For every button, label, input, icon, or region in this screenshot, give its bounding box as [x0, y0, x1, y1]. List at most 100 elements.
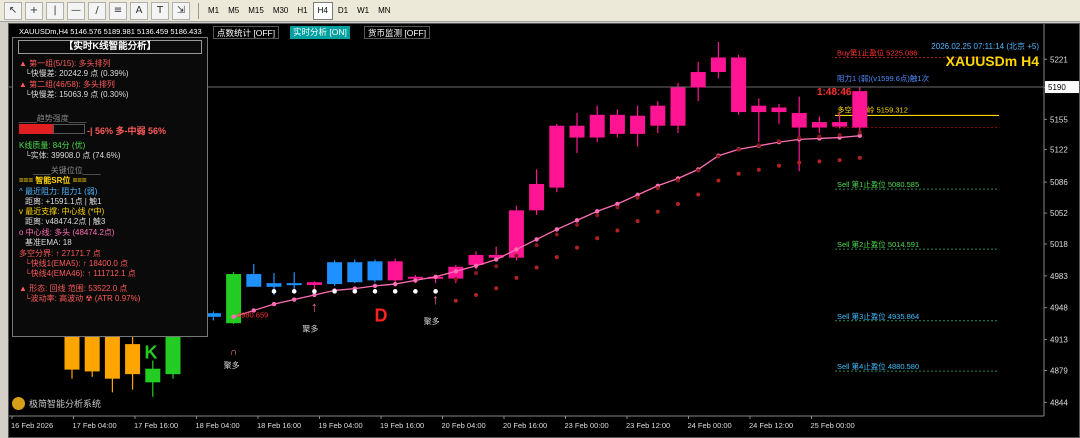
time-tick-label: 24 Feb 00:00 [688, 421, 732, 430]
resistance-label: 阻力1 (弱)(v1599.6点)触1次 [837, 73, 930, 83]
support-dot [817, 134, 822, 139]
signal-dot [271, 289, 277, 294]
timeframe-m1[interactable]: M1 [204, 2, 223, 20]
support-dot [777, 139, 781, 144]
ema-dot [292, 297, 297, 302]
price-tick-label: 5018 [1050, 240, 1068, 249]
support-dot [595, 236, 600, 241]
chart-window[interactable]: 5221 5190 5155 5122 5086 5052 5018 4983 4948 4913… [8, 23, 1080, 438]
support-dot [736, 147, 741, 152]
buy-stop-label: Buy第1止盈位 5225.086 [837, 48, 917, 58]
timeframe-m15[interactable]: M15 [244, 2, 268, 20]
support-dot [534, 265, 539, 270]
support-dot [474, 292, 478, 297]
support-dot [756, 167, 761, 172]
divider-label: 多空分水岭 5159.312 [837, 104, 908, 114]
price-tick-label: 5086 [1050, 178, 1068, 187]
time-tick-label: 20 Feb 16:00 [503, 421, 547, 430]
candle-body [751, 105, 767, 113]
candle-body [286, 283, 302, 286]
cursor-icon[interactable]: ↖ [4, 1, 22, 20]
price-tick-label: 4879 [1050, 367, 1068, 376]
support-dot [534, 243, 539, 248]
support-dot [777, 163, 781, 168]
crosshair-icon[interactable]: + [25, 1, 43, 20]
currency-monitor-button[interactable]: 货币监测 [OFF] [364, 26, 431, 39]
ema-dot [554, 227, 559, 232]
support-dot [797, 160, 802, 165]
candle-body [549, 125, 565, 188]
support-distance: 距离: v48474.2点 | 触3 [25, 217, 106, 226]
ema-dot [453, 269, 458, 274]
candle-body [852, 91, 868, 128]
support-dot [857, 155, 862, 160]
candle-body [84, 332, 100, 372]
ema-dot [393, 281, 398, 287]
label-icon[interactable]: T [151, 1, 169, 20]
time-tick-label: 18 Feb 16:00 [257, 421, 301, 430]
buy-arrow-icon: ↑ [311, 298, 318, 314]
time-tick-label: 24 Feb 12:00 [749, 421, 793, 430]
time-tick-label: 19 Feb 16:00 [380, 421, 424, 430]
candle-body [266, 283, 282, 287]
gather-label: 聚多 [424, 316, 440, 326]
trendline-icon[interactable]: / [88, 1, 106, 20]
ema-dot [231, 314, 236, 320]
group1-diff: └快慢差: 20242.9 点 (0.39%) [25, 69, 129, 78]
candle-body [347, 262, 363, 283]
candle-body [690, 72, 706, 88]
timeframe-h4[interactable]: H4 [312, 1, 333, 20]
horizontal-line-icon[interactable]: — [67, 1, 85, 20]
support-dot [453, 277, 458, 282]
channel-icon[interactable]: ≡ [109, 1, 127, 20]
trend-strength-value: -| 56% 多-中弱 56% [87, 126, 167, 136]
time-tick-label: 20 Feb 04:00 [442, 421, 486, 430]
vertical-line-icon[interactable]: | [46, 1, 64, 20]
candle-body: └实体: 39908.0 点 (74.6%) [25, 151, 121, 160]
timeframe-m30[interactable]: M30 [269, 2, 293, 20]
trend-strength-track [53, 124, 85, 134]
trend-strength-bar [19, 124, 53, 134]
points-stats-button[interactable]: 点数统计 [OFF] [213, 26, 280, 39]
candle-body [791, 112, 807, 128]
price-tick-label: 5122 [1050, 145, 1068, 154]
candle-body [529, 183, 545, 211]
ema-dot [514, 247, 519, 252]
volatility: └波动率: 高波动 ☢ (ATR 0.97%) [25, 294, 141, 303]
support-dot [756, 143, 761, 148]
yin-yang-icon [12, 397, 25, 410]
ema-dot [574, 218, 580, 223]
chart-title: XAUUSDm H4 [946, 53, 1040, 69]
timeframe-w1[interactable]: W1 [353, 2, 373, 20]
signal-dot [352, 289, 358, 294]
support-dot [494, 264, 499, 269]
price-tick-label: 5221 [1050, 55, 1068, 64]
ema-dot [433, 274, 438, 279]
signal-dot [332, 289, 337, 294]
support-dot [554, 255, 559, 260]
support-dot [716, 178, 721, 183]
support-dot [514, 253, 519, 258]
candle-body [125, 344, 141, 375]
support-dot [676, 201, 680, 206]
time-tick-label: 16 Feb 2026 [11, 421, 53, 430]
time-tick-label: 19 Feb 04:00 [319, 421, 363, 430]
candle-body [650, 105, 666, 126]
ema-dot [372, 283, 378, 289]
support-dot [655, 209, 660, 214]
buy-arrow-icon: ↑ [432, 291, 439, 307]
candle-body [630, 115, 646, 134]
timeframe-mn[interactable]: MN [374, 2, 394, 20]
timeframe-m5[interactable]: M5 [224, 2, 243, 20]
candle-body [104, 330, 120, 379]
realtime-analysis-button[interactable]: 实时分析 [ON] [290, 26, 350, 39]
support-dot [474, 271, 478, 276]
timeframe-d1[interactable]: D1 [334, 2, 352, 20]
arrow-shapes-icon[interactable]: ⇲ [172, 1, 190, 20]
panel-title: 【实时K线智能分析】 [18, 40, 202, 54]
text-icon[interactable]: A [130, 1, 148, 20]
signal-dot [312, 289, 317, 294]
timeframe-h1[interactable]: H1 [293, 2, 311, 20]
current-price-label: 5190 [1048, 83, 1066, 92]
support-dot [797, 135, 802, 140]
